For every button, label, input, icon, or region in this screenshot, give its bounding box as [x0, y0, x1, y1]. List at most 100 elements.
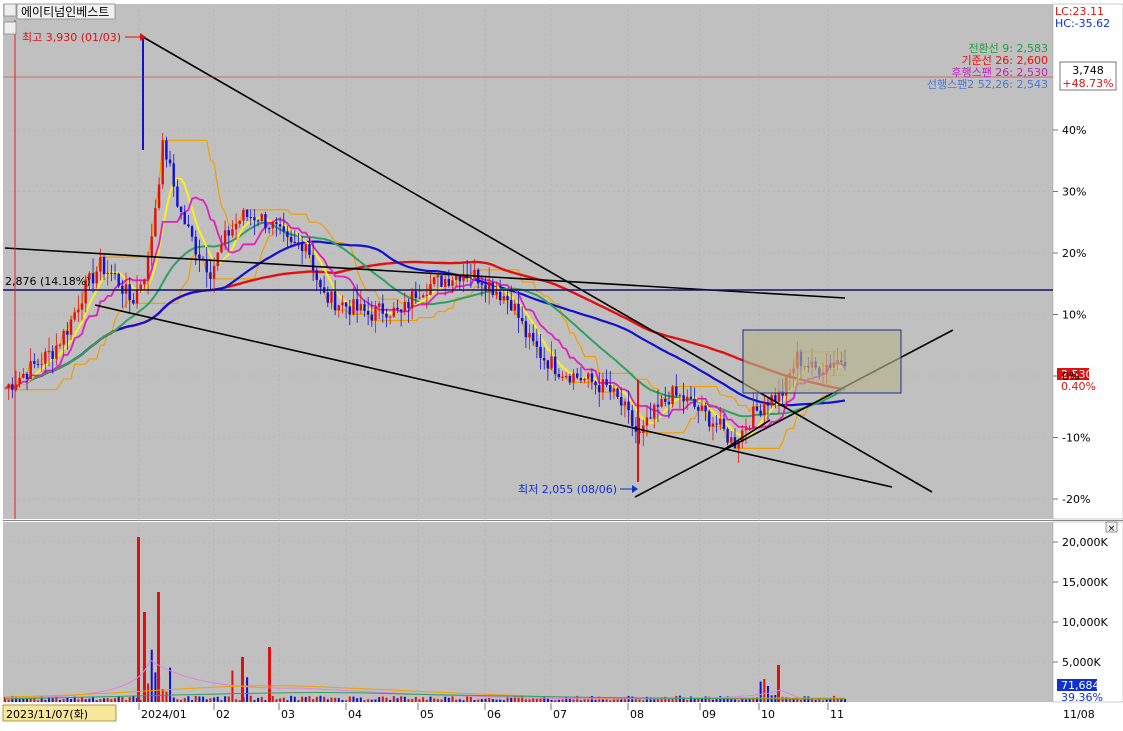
volume-bar	[286, 700, 289, 702]
volume-bar	[44, 699, 47, 702]
candle-body	[601, 379, 605, 393]
volume-bar	[315, 696, 318, 702]
x-tick-label: 03	[281, 708, 295, 721]
candle-body	[128, 284, 131, 300]
candle-body	[653, 404, 656, 419]
volume-bar	[205, 699, 208, 702]
candle-body	[748, 428, 751, 430]
y-tick-label: 20%	[1062, 247, 1086, 260]
volume-bar	[352, 696, 355, 702]
candle-body	[77, 309, 80, 313]
volume-bar	[301, 696, 304, 702]
candle-body	[154, 207, 157, 237]
candle-body	[506, 296, 509, 301]
candle-body	[337, 305, 340, 311]
volume-bar	[535, 698, 538, 702]
candle-body	[330, 291, 333, 303]
x-tick-label: 07	[553, 708, 567, 721]
volume-bar	[700, 698, 703, 702]
candle-body	[660, 398, 663, 407]
candle-body	[47, 351, 51, 353]
range-box	[742, 329, 902, 394]
volume-bar	[594, 699, 597, 702]
volume-bar	[433, 698, 436, 702]
candle-body	[209, 272, 212, 279]
volume-bar	[814, 700, 817, 702]
candle-body	[752, 406, 755, 429]
volume-bar	[330, 697, 333, 702]
candle-body	[726, 428, 729, 443]
volume-bar	[304, 697, 307, 702]
candle-body	[33, 361, 36, 364]
volume-bar	[473, 700, 476, 702]
price-pane[interactable]	[3, 4, 1053, 519]
candle-body	[99, 257, 102, 272]
x-tick-label: 08	[630, 708, 644, 721]
volume-bar	[81, 697, 84, 702]
candle-body	[341, 302, 344, 306]
candle-body	[590, 373, 594, 382]
candle-body	[227, 230, 230, 236]
volume-bar	[359, 697, 362, 702]
candle-body	[510, 300, 513, 311]
volume-tick-label: 5,000K	[1062, 656, 1101, 669]
candle-body	[139, 284, 142, 290]
volume-bar	[62, 699, 65, 702]
volume-bar	[77, 699, 80, 702]
candle-body	[18, 377, 21, 385]
candle-body	[212, 265, 216, 279]
candle-body	[414, 291, 418, 298]
volume-bar	[469, 697, 472, 702]
candle-body	[22, 373, 25, 378]
volume-bar	[253, 700, 256, 702]
candle-body	[642, 425, 645, 433]
candle-body	[370, 314, 374, 321]
volume-bar	[308, 696, 311, 702]
volume-bar	[499, 699, 502, 702]
candle-body	[256, 220, 260, 222]
candle-body	[289, 236, 293, 242]
candle-body	[264, 214, 267, 229]
volume-pane[interactable]	[3, 522, 1053, 702]
candle-body	[238, 220, 241, 224]
candle-body	[616, 388, 619, 398]
volume-bar	[59, 699, 62, 702]
candle-body	[495, 291, 498, 295]
volume-bar	[579, 700, 582, 702]
volume-bar	[502, 700, 505, 702]
stock-chart[interactable]: 에이티넘인베스트 LC:23.11 HC:-35.62 전환선 9: 2,583…	[0, 0, 1123, 727]
volume-bar	[818, 699, 821, 702]
candle-body	[190, 226, 194, 237]
volume-bar	[103, 698, 106, 702]
volume-bar	[337, 698, 340, 702]
candle-body	[550, 356, 553, 369]
last-price-value: 3,748	[1072, 64, 1104, 77]
candle-body	[454, 274, 458, 281]
volume-bar	[154, 672, 157, 702]
candle-body	[594, 381, 597, 386]
candle-body	[176, 186, 179, 207]
candle-body	[55, 345, 58, 359]
chart-svg[interactable]: 에이티넘인베스트 LC:23.11 HC:-35.62 전환선 9: 2,583…	[0, 0, 1123, 727]
volume-bar	[466, 696, 469, 702]
candle-body	[693, 398, 696, 407]
volume-bar	[216, 696, 219, 702]
candle-body	[377, 303, 381, 307]
candle-body	[150, 236, 153, 258]
candle-body	[418, 297, 421, 299]
candle-body	[543, 357, 546, 361]
candle-body	[759, 410, 762, 416]
volume-bar	[95, 700, 98, 702]
candle-body	[671, 386, 674, 405]
candle-body	[766, 404, 770, 406]
candle-body	[403, 302, 407, 312]
candle-body	[168, 159, 172, 164]
volume-bar	[422, 697, 425, 702]
volume-bar	[125, 700, 128, 702]
candle-body	[447, 279, 451, 286]
volume-bar	[227, 696, 230, 702]
volume-bar	[451, 696, 454, 702]
candle-body	[146, 257, 150, 280]
volume-bar	[396, 698, 399, 702]
svg-text:×: ×	[1108, 524, 1116, 534]
